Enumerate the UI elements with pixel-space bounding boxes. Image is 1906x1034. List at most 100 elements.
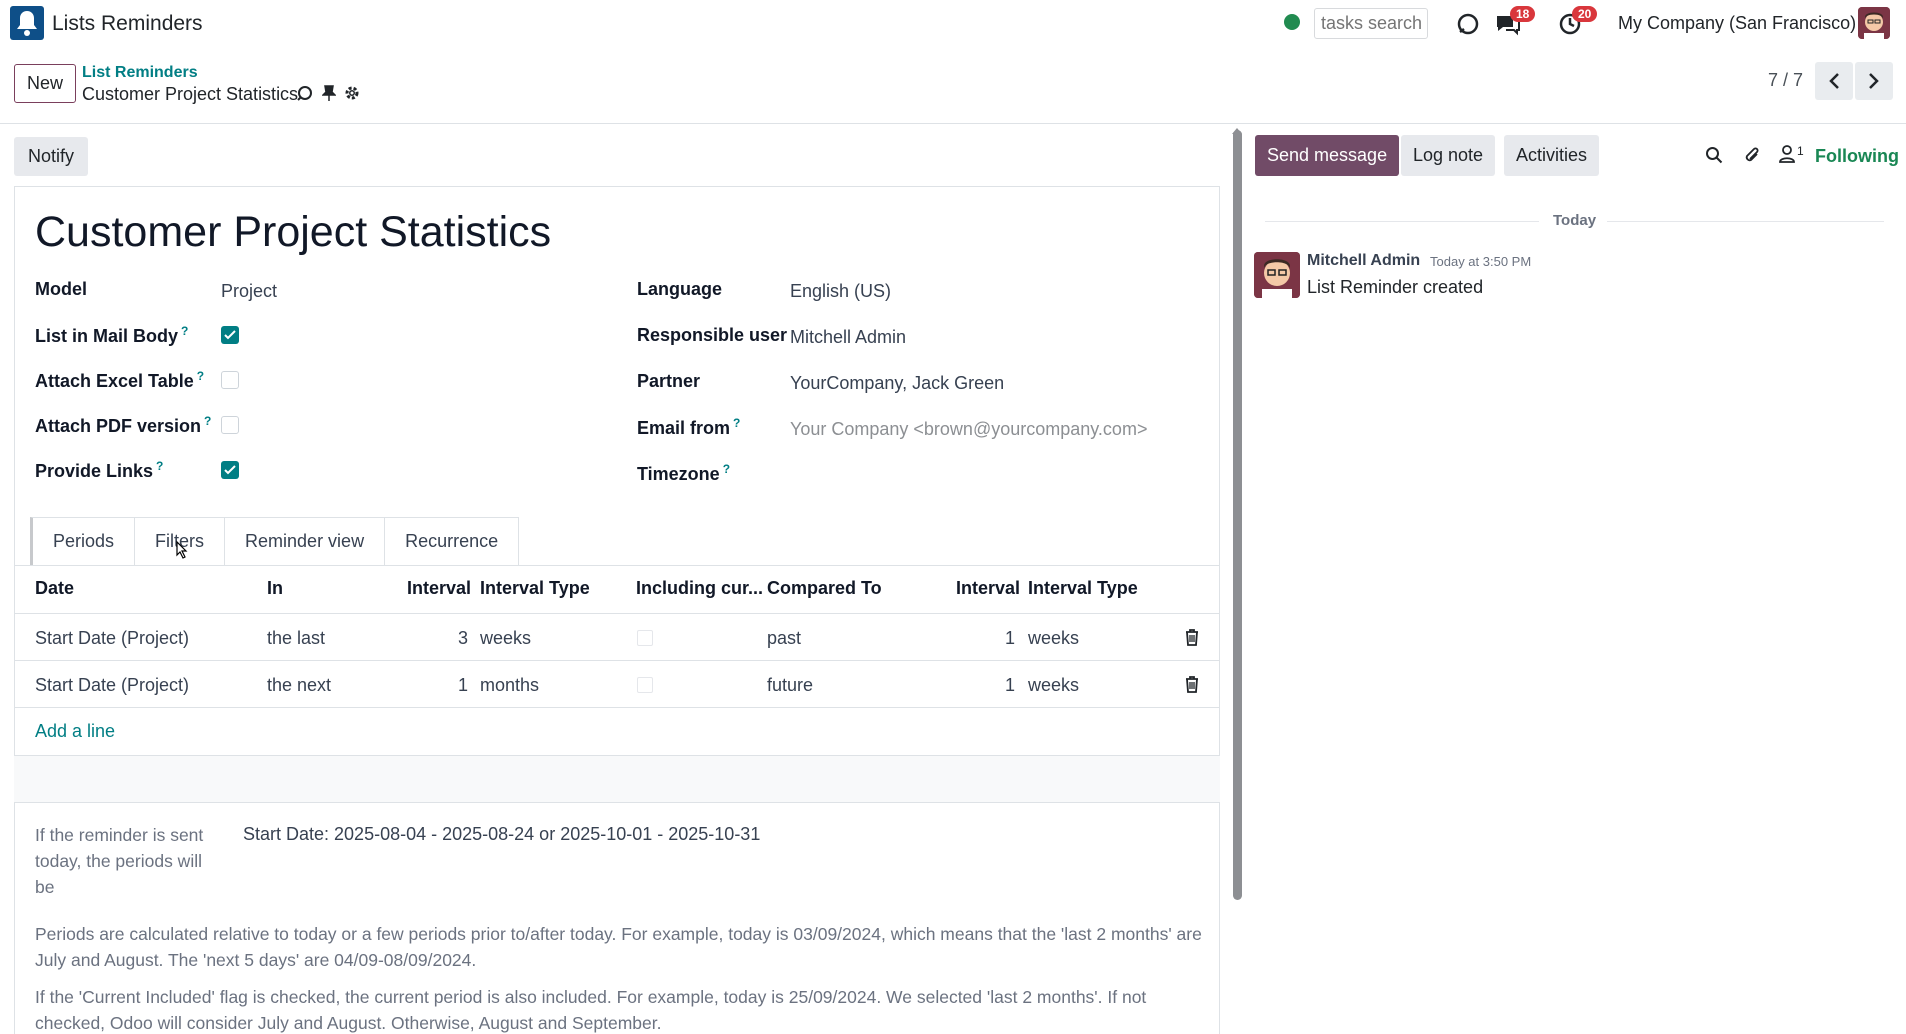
timezone-label: Timezone? — [637, 462, 731, 484]
record-title[interactable]: Customer Project Statistics — [35, 208, 551, 257]
cell-date[interactable]: Start Date (Project) — [35, 628, 189, 649]
pager-value[interactable]: 7 / 7 — [1768, 70, 1803, 91]
breadcrumb-parent-link[interactable]: List Reminders — [82, 64, 198, 82]
app-title[interactable]: Lists Reminders — [52, 12, 203, 36]
col-compared-to[interactable]: Compared To — [767, 578, 882, 599]
responsible-user-value[interactable]: Mitchell Admin — [790, 327, 906, 348]
responsible-user-label: Responsible user — [637, 325, 788, 345]
form-scrollbar[interactable] — [1233, 130, 1242, 900]
preview-value: Start Date: 2025-08-04 - 2025-08-24 or 2… — [243, 824, 761, 844]
message-time: Today at 3:50 PM — [1430, 254, 1532, 269]
tab-recurrence[interactable]: Recurrence — [384, 517, 520, 565]
email-from-value[interactable]: Your Company <brown@yourcompany.com> — [790, 419, 1147, 440]
new-button[interactable]: New — [14, 64, 76, 103]
gear-icon[interactable] — [344, 85, 360, 106]
send-message-button[interactable]: Send message — [1255, 135, 1400, 176]
pager-previous-button[interactable] — [1815, 62, 1853, 100]
following-button[interactable]: Following — [1815, 146, 1899, 167]
message-author-avatar[interactable] — [1254, 252, 1300, 298]
activities-button[interactable]: Activities — [1504, 135, 1600, 176]
form-sheet — [14, 186, 1220, 1034]
date-separator-line — [1607, 221, 1884, 222]
followers-count: 1 — [1797, 144, 1804, 158]
help-icon[interactable]: ? — [181, 324, 188, 338]
attach-pdf-version-label: Attach PDF version? — [35, 414, 212, 436]
add-line-link[interactable]: Add a line — [35, 721, 115, 742]
row-divider — [14, 660, 1220, 661]
help-icon[interactable]: ? — [204, 414, 211, 428]
cell-date[interactable]: Start Date (Project) — [35, 675, 189, 696]
followers-button[interactable]: 1 — [1778, 144, 1804, 164]
partner-value[interactable]: YourCompany, Jack Green — [790, 373, 1004, 394]
col-interval-type[interactable]: Interval Type — [480, 578, 590, 599]
check-icon — [224, 330, 236, 340]
tab-reminder-view[interactable]: Reminder view — [224, 517, 386, 565]
refresh-icon[interactable] — [296, 84, 314, 107]
partner-label: Partner — [637, 371, 701, 391]
help-icon[interactable]: ? — [733, 416, 740, 430]
cell-interval-2[interactable]: 1 — [995, 628, 1015, 649]
list-in-mail-body-checkbox[interactable] — [221, 326, 239, 344]
pin-icon[interactable] — [321, 85, 337, 106]
cell-interval-type[interactable]: weeks — [480, 628, 531, 649]
cell-interval[interactable]: 1 — [448, 675, 468, 696]
message-author[interactable]: Mitchell Admin — [1307, 252, 1420, 270]
voip-phone-icon[interactable] — [1452, 8, 1484, 40]
date-separator-line — [1265, 221, 1539, 222]
provide-links-label: Provide Links? — [35, 459, 164, 481]
table-footer-band — [14, 755, 1220, 803]
help-icon[interactable]: ? — [197, 369, 204, 383]
log-note-button[interactable]: Log note — [1401, 135, 1496, 176]
user-avatar[interactable] — [1858, 7, 1890, 39]
tasks-search-input[interactable] — [1314, 8, 1428, 39]
row-divider — [14, 707, 1220, 708]
breadcrumb-current: Customer Project Statistics — [82, 84, 299, 104]
chevron-right-icon — [1869, 73, 1879, 89]
notify-button[interactable]: Notify — [14, 137, 89, 176]
cell-in[interactable]: the last — [267, 628, 325, 649]
attach-excel-table-checkbox[interactable] — [221, 371, 239, 389]
cell-interval-type[interactable]: months — [480, 675, 539, 696]
cell-interval-type-2[interactable]: weeks — [1028, 675, 1079, 696]
tab-periods[interactable]: Periods — [30, 517, 136, 565]
header-divider — [14, 613, 1220, 614]
trash-icon[interactable] — [1185, 629, 1199, 646]
pager-next-button[interactable] — [1855, 62, 1893, 100]
col-date[interactable]: Date — [35, 578, 74, 599]
notebook-tabs: Periods Filters Reminder view Recurrence — [30, 517, 520, 565]
cell-interval[interactable]: 3 — [448, 628, 468, 649]
chevron-left-icon — [1829, 73, 1839, 89]
paperclip-icon[interactable] — [1742, 145, 1762, 165]
cell-including-current-checkbox[interactable] — [637, 630, 653, 646]
col-in[interactable]: In — [267, 578, 283, 599]
attach-pdf-version-checkbox[interactable] — [221, 416, 239, 434]
presence-status-icon — [1284, 14, 1300, 30]
list-in-mail-body-label: List in Mail Body? — [35, 324, 189, 346]
col-interval[interactable]: Interval — [407, 578, 471, 599]
model-value[interactable]: Project — [221, 281, 277, 302]
activities-badge: 20 — [1572, 6, 1598, 22]
mouse-cursor-icon — [176, 540, 188, 559]
cell-compared-to[interactable]: past — [767, 628, 801, 649]
cell-interval-type-2[interactable]: weeks — [1028, 628, 1079, 649]
provide-links-checkbox[interactable] — [221, 461, 239, 479]
col-interval-2[interactable]: Interval — [956, 578, 1020, 599]
col-including-current[interactable]: Including cur... — [636, 578, 763, 599]
col-interval-type-2[interactable]: Interval Type — [1028, 578, 1138, 599]
search-icon[interactable] — [1705, 146, 1723, 164]
language-value[interactable]: English (US) — [790, 281, 891, 302]
cell-including-current-checkbox[interactable] — [637, 677, 653, 693]
cell-compared-to[interactable]: future — [767, 675, 813, 696]
email-from-label: Email from? — [637, 416, 741, 438]
trash-icon[interactable] — [1185, 676, 1199, 693]
cell-in[interactable]: the next — [267, 675, 331, 696]
activities-clock-icon[interactable]: 20 — [1554, 6, 1598, 40]
user-icon — [1779, 145, 1795, 163]
company-switcher[interactable]: My Company (San Francisco) — [1618, 13, 1856, 34]
bell-app-icon[interactable] — [10, 6, 44, 40]
model-label: Model — [35, 279, 87, 299]
help-icon[interactable]: ? — [723, 462, 730, 476]
cell-interval-2[interactable]: 1 — [995, 675, 1015, 696]
help-icon[interactable]: ? — [156, 459, 163, 473]
messages-icon[interactable]: 18 — [1492, 6, 1536, 40]
